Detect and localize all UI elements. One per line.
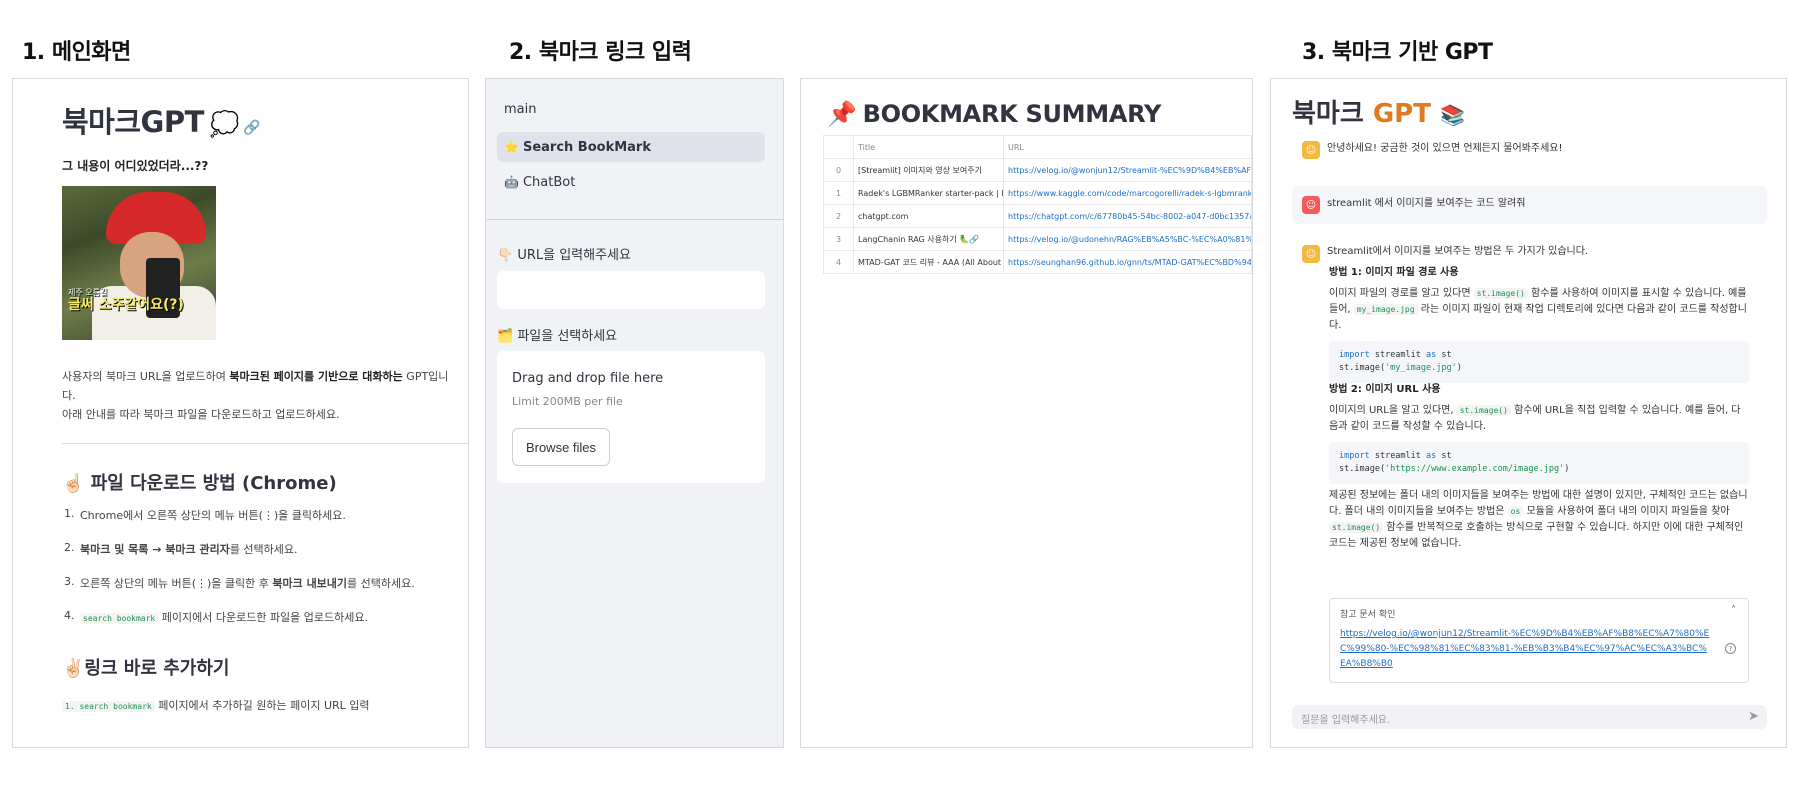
table-row[interactable]: 1Radek's LGBMRanker starter-pack | Kaggl… bbox=[823, 181, 1252, 205]
pushpin-icon: 📌 bbox=[827, 100, 857, 128]
table-header-row: Title URL bbox=[823, 135, 1252, 159]
reference-header[interactable]: 참고 문서 확인 bbox=[1340, 607, 1395, 620]
url-input[interactable] bbox=[497, 271, 765, 309]
page-subtitle: 그 내용이 어디있었더라...?? bbox=[62, 159, 209, 173]
sidebar-item-main[interactable]: main bbox=[504, 102, 536, 117]
method1-text: 이미지 파일의 경로를 알고 있다면 st.image() 함수를 사용하여 이… bbox=[1329, 288, 1747, 331]
bookmark-summary-panel: 📌 BOOKMARK SUMMARY Title URL 0 [Streamlit]… bbox=[800, 78, 1253, 748]
method2-title: 방법 2: 이미지 URL 사용 bbox=[1329, 384, 1441, 395]
dropzone-title: Drag and drop file here bbox=[512, 371, 664, 386]
books-icon: 📚 bbox=[1440, 103, 1465, 127]
code-block-2: import streamlit as st st.image('https:/… bbox=[1329, 442, 1749, 484]
file-select-label: 🗂️ 파일을 선택하세요 bbox=[497, 329, 618, 344]
star-icon: ⭐ bbox=[504, 140, 519, 154]
table-row[interactable]: 0 [Streamlit] 이미지와 영상 보여주기 https://velog.i… bbox=[823, 158, 1252, 182]
download-steps-list: 1. Chrome에서 오른쪽 상단의 메뉴 버튼(⋮)을 클릭하세요. 2. 북마… bbox=[64, 507, 454, 643]
bot-answer-intro: Streamlit에서 이미지를 보여주는 방법은 두 가지가 있습니다. bbox=[1327, 246, 1589, 257]
link-add-instruction: 1. search bookmark 페이지에서 추가하길 원하는 페이지 UR… bbox=[62, 697, 370, 713]
divider bbox=[62, 443, 468, 444]
help-icon[interactable]: ? bbox=[1725, 643, 1736, 654]
reference-expander[interactable]: 참고 문서 확인 ˄ https://velog.io/@wonjun12/St… bbox=[1329, 598, 1749, 683]
table-row[interactable]: 4 MTAD-GAT 코드 리뷰 - AAA (All About AI) http… bbox=[823, 250, 1252, 274]
chat-input[interactable]: 질문을 입력해주세요. ➤ bbox=[1292, 705, 1767, 729]
main-screen-panel: 북마크GPT 💭 🔗 그 내용이 어디있었더라...?? 제주 오름길 글써 소주같… bbox=[12, 78, 469, 748]
link-add-heading: ✌🏻링크 바로 추가하기 bbox=[62, 658, 230, 679]
intro-description: 사용자의 북마크 URL을 업로드하여 북마크된 페이지를 기반으로 대화하는 … bbox=[62, 370, 449, 421]
user-avatar-icon: ☺ bbox=[1302, 196, 1320, 214]
hero-image: 제주 오름길 글써 소주같어요(?) bbox=[62, 186, 216, 340]
dropzone-limit: Limit 200MB per file bbox=[512, 395, 623, 408]
sidebar-nav: main ⭐ Search BookMark 🤖 ChatBot bbox=[486, 79, 783, 220]
bot-greeting: 안녕하세요! 궁금한 것이 있으면 언제든지 물어봐주세요! bbox=[1327, 143, 1563, 154]
chat-panel: 북마크 GPT 📚 ☺ 안녕하세요! 궁금한 것이 있으면 언제든지 물어봐주세… bbox=[1270, 78, 1787, 748]
sidebar-panel: main ⭐ Search BookMark 🤖 ChatBot 👇🏻 URL을… bbox=[485, 78, 784, 748]
summary-title: 📌 BOOKMARK SUMMARY bbox=[827, 100, 1162, 128]
url-input-label: 👇🏻 URL을 입력해주세요 bbox=[497, 248, 631, 263]
chat-input-placeholder: 질문을 입력해주세요. bbox=[1301, 715, 1391, 726]
bot-avatar-icon: ☺ bbox=[1302, 245, 1320, 263]
code-block-1: import streamlit as st st.image('my_imag… bbox=[1329, 341, 1749, 383]
sidebar-item-label: ChatBot bbox=[522, 174, 576, 190]
chat-title: 북마크 GPT 📚 bbox=[1292, 99, 1465, 129]
bot-avatar-icon: ☺ bbox=[1302, 141, 1320, 159]
method1-title: 방법 1: 이미지 파일 경로 사용 bbox=[1329, 267, 1459, 278]
file-dropzone[interactable]: Drag and drop file here Limit 200MB per … bbox=[497, 351, 765, 483]
chevron-up-icon[interactable]: ˄ bbox=[1731, 605, 1736, 616]
user-message: streamlit 에서 이미지를 보여주는 코드 알려줘 bbox=[1327, 198, 1526, 209]
anchor-link-icon[interactable]: 🔗 bbox=[243, 120, 260, 136]
list-item: 3. 오른쪽 상단의 메뉴 버튼(⋮)을 클릭한 후 북마크 내보내기를 선택하세… bbox=[64, 575, 415, 590]
table-header-url[interactable]: URL bbox=[1003, 135, 1252, 159]
robot-icon: 🤖 bbox=[504, 175, 519, 189]
section-heading-main: 1. 메인화면 bbox=[22, 40, 131, 65]
section-heading-bookmark-gpt: 3. 북마크 기반 GPT bbox=[1302, 40, 1493, 65]
pointing-hand-icon: ☝🏻 bbox=[62, 473, 85, 494]
table-header-title[interactable]: Title bbox=[853, 135, 1004, 159]
table-header-index[interactable] bbox=[823, 135, 854, 159]
speech-bubble-icon: 💭 bbox=[209, 110, 240, 138]
sidebar-item-label: Search BookMark bbox=[522, 139, 651, 155]
closing-text: 제공된 정보에는 폴더 내의 이미지들을 보여주는 방법에 대한 설명이 있지만… bbox=[1329, 490, 1748, 549]
table-row[interactable]: 3 LangChanin RAG 사용하기 🦜🔗 https://velog.io/… bbox=[823, 227, 1252, 251]
list-item: 4. search bookmark 페이지에서 다운로드한 파일을 업로드하세요… bbox=[64, 609, 369, 624]
bookmark-table: Title URL 0 [Streamlit] 이미지와 영상 보여주기 https… bbox=[823, 135, 1252, 274]
list-item: 1. Chrome에서 오른쪽 상단의 메뉴 버튼(⋮)을 클릭하세요. bbox=[64, 507, 346, 522]
reference-link[interactable]: https://velog.io/@wonjun12/Streamlit-%EC… bbox=[1340, 627, 1710, 672]
browse-files-button[interactable]: Browse files bbox=[512, 428, 610, 466]
section-heading-bookmark-input: 2. 북마크 링크 입력 bbox=[509, 40, 692, 65]
table-row[interactable]: 2 chatgpt.com https://chatgpt.com/c/67780b… bbox=[823, 204, 1252, 228]
image-caption: 글써 소주같어요(?) bbox=[68, 297, 184, 313]
list-item: 2. 북마크 및 목록 → 북마크 관리자를 선택하세요. bbox=[64, 541, 298, 556]
victory-hand-icon: ✌🏻 bbox=[62, 658, 85, 679]
method2-text: 이미지의 URL을 알고 있다면, st.image() 함수에 URL을 직접… bbox=[1329, 405, 1741, 432]
page-title-text: 북마크GPT bbox=[62, 105, 204, 139]
download-guide-heading: ☝🏻 파일 다운로드 방법 (Chrome) bbox=[62, 473, 337, 494]
page-title: 북마크GPT 💭 🔗 bbox=[62, 99, 261, 141]
sidebar-item-chatbot[interactable]: 🤖 ChatBot bbox=[497, 167, 765, 197]
sidebar-item-search-bookmark[interactable]: ⭐ Search BookMark bbox=[497, 132, 765, 162]
send-icon[interactable]: ➤ bbox=[1748, 709, 1759, 724]
